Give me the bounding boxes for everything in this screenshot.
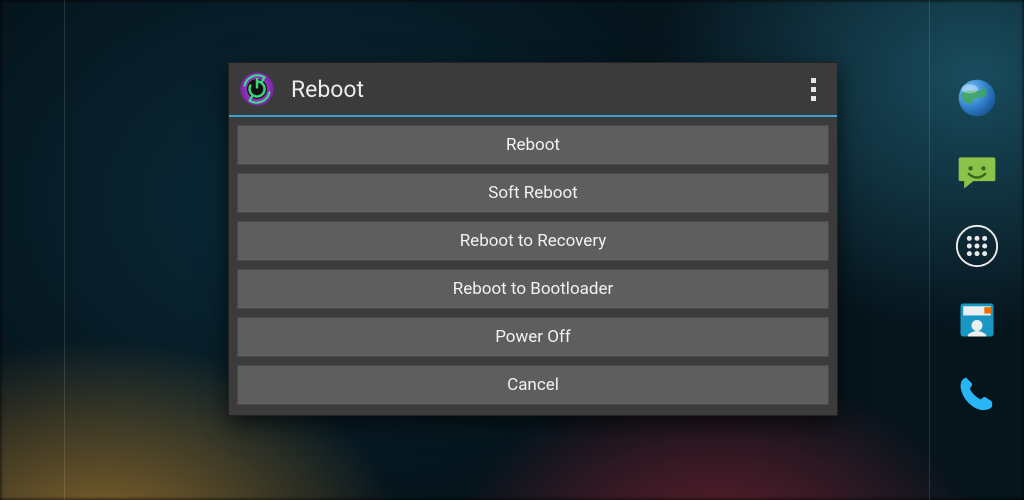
contacts-icon[interactable]	[954, 297, 1000, 343]
power-off-button[interactable]: Power Off	[237, 317, 829, 357]
reboot-app-icon	[237, 69, 277, 109]
browser-icon[interactable]	[954, 75, 1000, 121]
dock	[930, 0, 1024, 500]
cancel-button[interactable]: Cancel	[237, 365, 829, 405]
reboot-bootloader-button[interactable]: Reboot to Bootloader	[237, 269, 829, 309]
dialog-header: Reboot	[229, 63, 837, 117]
dialog-title: Reboot	[291, 76, 799, 103]
reboot-recovery-button[interactable]: Reboot to Recovery	[237, 221, 829, 261]
reboot-button[interactable]: Reboot	[237, 125, 829, 165]
dialog-body: Reboot Soft Reboot Reboot to Recovery Re…	[229, 117, 837, 415]
app-drawer-icon[interactable]	[954, 223, 1000, 269]
screen-divider	[64, 0, 65, 500]
messaging-icon[interactable]	[954, 149, 1000, 195]
soft-reboot-button[interactable]: Soft Reboot	[237, 173, 829, 213]
overflow-menu-icon[interactable]	[799, 69, 827, 109]
phone-icon[interactable]	[954, 371, 1000, 417]
reboot-dialog: Reboot Reboot Soft Reboot Reboot to Reco…	[228, 62, 838, 416]
